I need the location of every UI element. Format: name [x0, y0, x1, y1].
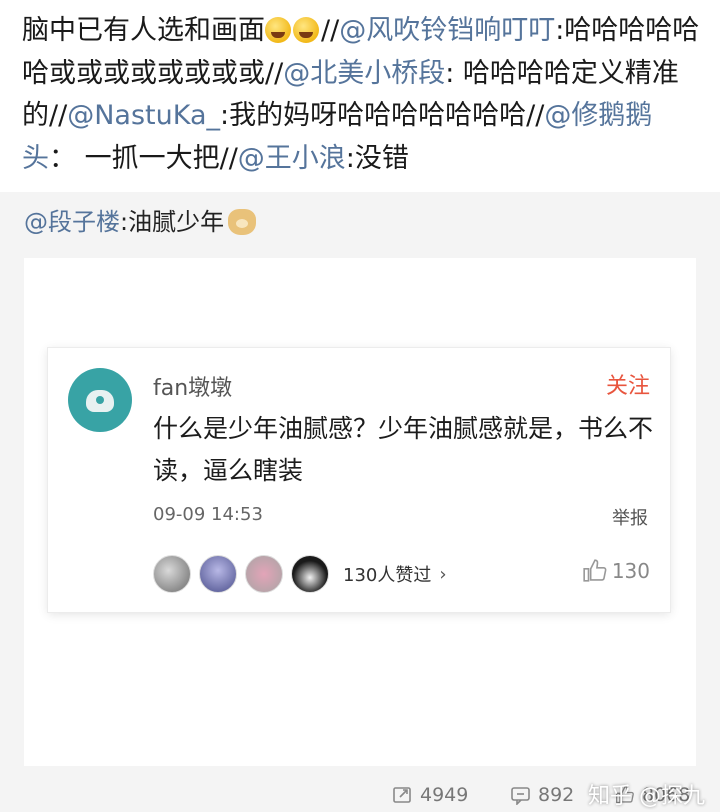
comment-text: ： 一抓一大把: [49, 142, 220, 174]
comment-count: 892: [538, 784, 575, 806]
repost-header: @段子楼:油腻少年: [24, 206, 257, 238]
repost-image[interactable]: fan墩墩 关注 什么是少年油腻感？少年油腻感就是，书么不读，逼么瞎装 09-0…: [24, 258, 696, 766]
repost-count: 4949: [420, 784, 469, 806]
comment-card: fan墩墩 关注 什么是少年油腻感？少年油腻感就是，书么不读，逼么瞎装 09-0…: [48, 348, 670, 612]
avatar-face-icon: [86, 390, 114, 412]
mention-link[interactable]: @王小浪: [238, 143, 346, 174]
liker-avatar[interactable]: [291, 555, 329, 593]
separator: //: [49, 100, 68, 131]
separator: //: [219, 142, 238, 174]
laugh-cry-emoji-icon: [265, 17, 291, 43]
report-button[interactable]: 举报: [612, 504, 648, 530]
like-count: 130: [611, 559, 650, 583]
comment-icon: [511, 787, 530, 805]
thumbs-up-icon: [583, 559, 607, 582]
doge-emoji-icon: [228, 209, 257, 235]
liker-avatar[interactable]: [199, 555, 237, 593]
chevron-right-icon: ›: [439, 563, 447, 585]
comment-text: :没错: [345, 142, 409, 174]
repost-author-link[interactable]: @段子楼: [24, 208, 120, 236]
avatar[interactable]: [68, 368, 132, 432]
likers-row[interactable]: 130人赞过 ›: [153, 554, 447, 594]
liked-count-link[interactable]: 130人赞过: [343, 561, 431, 587]
mention-link[interactable]: @北美小桥段: [283, 58, 445, 89]
liker-avatar[interactable]: [245, 555, 283, 593]
separator: //: [321, 15, 340, 46]
repost-text: :油腻少年: [120, 208, 225, 236]
mention-link[interactable]: @风吹铃铛响叮叮: [339, 15, 555, 46]
laugh-cry-emoji-icon: [293, 17, 319, 43]
repost-stat[interactable]: 4949: [392, 784, 468, 806]
username[interactable]: fan墩墩: [153, 370, 232, 402]
comment-timestamp: 09-09 14:53: [153, 504, 263, 525]
comment-text: :我的妈呀哈哈哈哈哈哈哈: [220, 100, 527, 131]
post-text: 脑中已有人选和画面//@风吹铃铛响叮叮:哈哈哈哈哈哈或或或或或或或或//@北美小…: [22, 10, 706, 180]
mention-link[interactable]: @NastuKa_: [67, 100, 220, 131]
follow-button[interactable]: 关注: [606, 368, 650, 400]
liker-avatar[interactable]: [153, 555, 191, 593]
comment-content: 什么是少年油腻感？少年油腻感就是，书么不读，逼么瞎装: [153, 414, 654, 485]
comment-stat[interactable]: 892: [510, 784, 574, 806]
repost-icon: [393, 787, 411, 803]
post-intro: 脑中已有人选和画面: [22, 15, 265, 46]
zhihu-watermark: 知乎 @探九: [588, 784, 705, 809]
separator: //: [526, 100, 545, 131]
reposted-weibo[interactable]: @段子楼:油腻少年 fan墩墩 关注 什么是少年油腻感？少年油腻感就是，书么不读…: [0, 192, 720, 812]
separator: //: [265, 57, 284, 89]
like-button[interactable]: 130: [582, 558, 650, 584]
